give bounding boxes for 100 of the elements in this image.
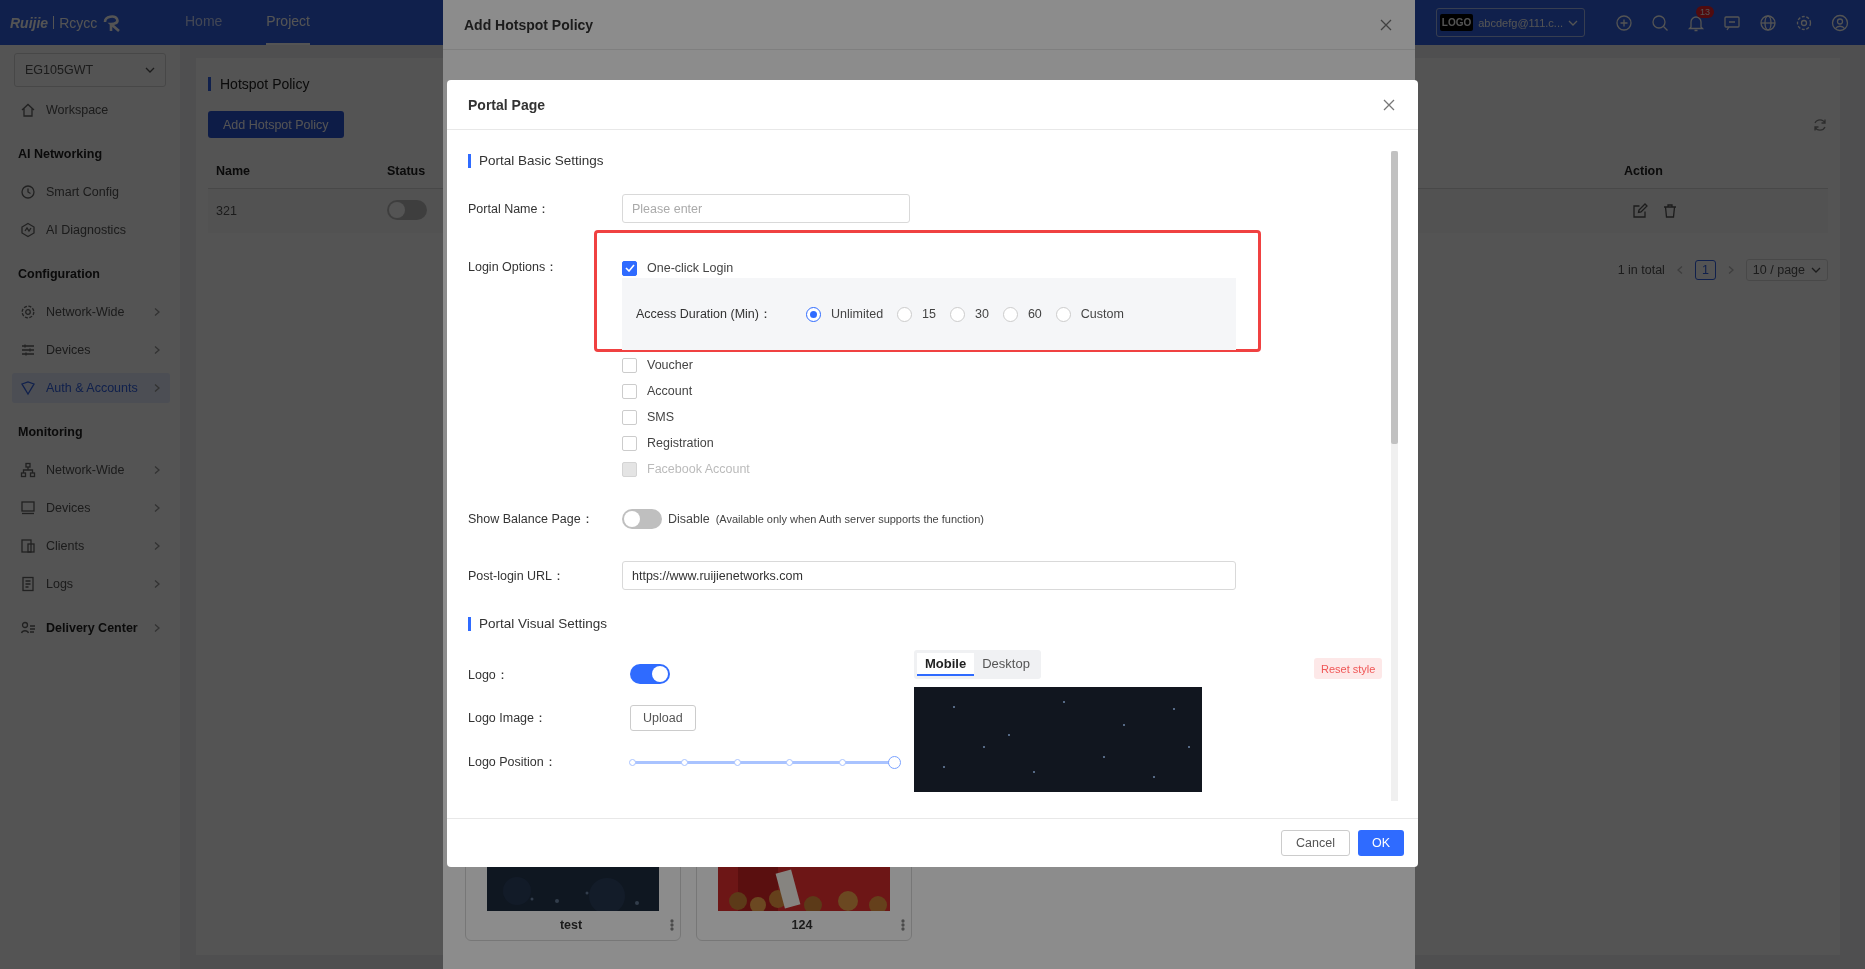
field-label: Logo： <box>468 667 510 684</box>
nav-tab[interactable]: Project <box>266 0 310 45</box>
radio-option[interactable]: Custom <box>1055 306 1124 322</box>
product-name: Rcycc <box>59 14 98 31</box>
sliders-icon <box>20 342 36 358</box>
slider-stop[interactable] <box>629 758 636 766</box>
checkbox[interactable] <box>622 260 637 276</box>
portal-name: 124 <box>790 918 814 932</box>
home-icon <box>20 102 36 118</box>
edit-icon[interactable] <box>1632 203 1648 219</box>
section-title: Portal Basic Settings <box>468 154 1236 168</box>
sidebar-item[interactable]: Clients <box>12 531 170 561</box>
radio-button[interactable] <box>806 306 821 322</box>
refresh-icon[interactable] <box>1812 116 1828 133</box>
radio-button[interactable] <box>1055 306 1071 322</box>
close-icon[interactable] <box>1379 17 1393 32</box>
note-text: (Available only when Auth server supports the function) <box>715 513 984 525</box>
delete-icon[interactable] <box>1662 203 1678 219</box>
url-field[interactable]: https://www.ruijienetworks.com <box>622 561 1236 590</box>
dialog-title: Add Hotspot Policy <box>464 16 594 33</box>
person-icon <box>20 620 36 636</box>
page-number[interactable]: 1 <box>1694 260 1716 280</box>
radio-option[interactable]: 15 <box>897 306 936 322</box>
device-select[interactable]: EG105GWT <box>14 53 166 87</box>
close-icon[interactable] <box>1382 97 1396 112</box>
upload-button[interactable]: Upload <box>630 704 696 731</box>
ok-button[interactable]: OK <box>1357 830 1404 856</box>
radio-option[interactable]: 30 <box>950 306 989 322</box>
checkbox[interactable] <box>622 409 637 425</box>
sidebar-item[interactable]: Delivery Center <box>12 613 170 643</box>
radio-option[interactable]: 60 <box>1002 306 1042 322</box>
radio-option[interactable]: Unlimited <box>806 306 884 322</box>
field-label: Show Balance Page： <box>468 511 595 528</box>
slider-stop[interactable] <box>838 758 846 766</box>
sidebar-item[interactable]: Workspace <box>12 95 170 125</box>
sidebar-item[interactable]: Logs <box>12 569 170 599</box>
reset-style-button[interactable]: Reset style <box>1314 658 1383 679</box>
network-icon <box>20 462 36 478</box>
radio-button[interactable] <box>1002 306 1018 322</box>
checkbox-option[interactable]: Registration <box>622 430 1236 456</box>
settings-icon[interactable] <box>1795 13 1813 32</box>
checkbox[interactable] <box>622 435 637 451</box>
dialog-title: Portal Page <box>468 96 546 113</box>
preview-tab[interactable]: Mobile <box>917 653 975 676</box>
field-label: Access Duration (Min)： <box>636 305 773 323</box>
field-label: Logo Position： <box>468 754 558 771</box>
caret-down-icon <box>1811 265 1821 275</box>
field-label: Login Options： <box>468 259 560 276</box>
slider-stop[interactable] <box>786 758 794 766</box>
sidebar-item[interactable]: Devices <box>12 493 170 523</box>
account-logo: LOGO <box>1439 14 1474 31</box>
cancel-button[interactable]: Cancel <box>1281 830 1350 856</box>
logo-toggle[interactable] <box>630 663 670 684</box>
notification-count: 13 <box>1696 5 1714 18</box>
globe-icon[interactable] <box>1759 13 1777 32</box>
section-heading: Monitoring <box>17 424 84 441</box>
slider-thumb[interactable] <box>888 755 901 769</box>
brand-logo: Ruijie <box>10 14 49 31</box>
checkbox-option[interactable]: One-click Login <box>622 258 1236 278</box>
checkbox[interactable] <box>622 383 637 399</box>
section-heading: Configuration <box>17 266 101 283</box>
add-policy-button[interactable]: Add Hotspot Policy <box>208 111 344 138</box>
message-icon[interactable] <box>1723 13 1741 32</box>
document-icon <box>20 576 36 592</box>
sidebar-item[interactable]: AI Diagnostics <box>12 215 170 245</box>
field-label: Portal Name： <box>468 201 552 218</box>
checkmark-icon <box>624 264 635 272</box>
slider-stop[interactable] <box>681 758 689 766</box>
column-header: Name <box>216 164 251 178</box>
slider-stop[interactable] <box>733 758 741 766</box>
radio-button[interactable] <box>897 306 913 322</box>
more-icon[interactable] <box>901 919 905 931</box>
checkbox[interactable] <box>622 357 637 373</box>
gear-icon <box>20 304 36 320</box>
toggle-switch[interactable] <box>622 509 662 529</box>
field-label: Logo Image： <box>468 709 549 727</box>
sidebar-item[interactable]: Network-Wide <box>12 455 170 485</box>
user-icon[interactable] <box>1831 13 1849 32</box>
more-icon[interactable] <box>670 919 674 931</box>
search-icon[interactable] <box>1651 13 1669 32</box>
checkbox-option[interactable]: Voucher <box>622 352 1236 378</box>
checkbox-option[interactable]: Account <box>622 378 1236 404</box>
scrollbar-thumb[interactable] <box>1391 151 1398 444</box>
checkbox-option[interactable]: SMS <box>622 404 1236 430</box>
portal-name-field[interactable]: Please enter <box>622 194 910 223</box>
portal-name: test <box>558 918 584 932</box>
hexagon-icon <box>20 222 36 238</box>
sidebar-item[interactable]: Network-Wide <box>12 297 170 327</box>
page-size-select[interactable]: 10 / page <box>1745 259 1828 281</box>
bell-icon[interactable] <box>1687 13 1705 32</box>
monitor-icon <box>20 500 36 516</box>
radio-button[interactable] <box>950 306 965 322</box>
sidebar-item[interactable]: Auth & Accounts <box>12 373 170 403</box>
sidebar-item[interactable]: Smart Config <box>12 177 170 207</box>
section-title: Portal Visual Settings <box>468 617 1236 631</box>
preview-tab[interactable]: Desktop <box>974 653 1038 676</box>
add-icon[interactable] <box>1615 13 1633 32</box>
toggle-state: Disable <box>668 512 710 526</box>
sidebar-item[interactable]: Devices <box>12 335 170 365</box>
account-select[interactable]: LOGO abcdefg@111.c... <box>1435 8 1585 37</box>
